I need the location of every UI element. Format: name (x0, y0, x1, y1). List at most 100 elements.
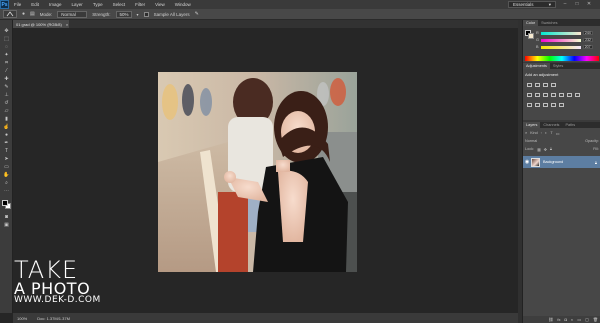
color-bg-swatch[interactable] (528, 33, 534, 39)
curves-icon[interactable] (543, 83, 548, 87)
new-group-icon[interactable]: ▭ (577, 317, 581, 322)
document-image[interactable] (158, 72, 357, 272)
blue-slider[interactable] (540, 45, 581, 49)
workspace-switcher[interactable]: Essentials ▾ (508, 1, 556, 8)
filter-adjustment-icon[interactable]: ◐ (545, 131, 547, 135)
menu-type[interactable]: Type (88, 2, 108, 7)
lock-position-icon[interactable]: ✥ (544, 147, 547, 152)
hand-tool-icon[interactable]: ✋ (3, 172, 10, 178)
shape-tool-icon[interactable]: ▭ (3, 164, 10, 170)
canvas-area[interactable]: TAKE A PHOTO WWW.DEK-D.COM (13, 28, 518, 313)
red-slider[interactable] (540, 31, 581, 35)
photo-filter-icon[interactable] (559, 93, 564, 97)
eye-icon[interactable]: ◉ (523, 159, 531, 165)
tab-color[interactable]: Color (523, 20, 539, 26)
layer-row-background[interactable]: ◉ Background 🔒︎ (523, 156, 600, 168)
posterize-icon[interactable] (535, 103, 540, 107)
finger-painting-icon[interactable]: ✎ (195, 11, 199, 17)
more-tools-icon[interactable]: ⋯ (3, 188, 10, 194)
pen-tool-icon[interactable]: ✒ (3, 140, 10, 146)
menu-edit[interactable]: Edit (26, 2, 44, 7)
strength-input[interactable]: 50% (115, 10, 132, 18)
quick-select-tool-icon[interactable]: ✦ (3, 52, 10, 58)
tab-channels[interactable]: Channels (540, 122, 562, 128)
trash-icon[interactable]: 🗑︎ (593, 317, 598, 322)
maximize-button[interactable]: □ (574, 2, 580, 7)
link-layers-icon[interactable]: ⛓ (548, 317, 553, 322)
path-select-tool-icon[interactable]: ➤ (3, 156, 10, 162)
type-tool-icon[interactable]: T (3, 148, 10, 154)
new-adjustment-icon[interactable]: ◐ (571, 317, 573, 322)
color-spectrum-bar[interactable] (525, 56, 599, 61)
filter-type-icon[interactable]: T (550, 131, 552, 135)
layer-mask-icon[interactable]: ◘ (565, 317, 567, 322)
menu-filter[interactable]: Filter (130, 2, 150, 7)
blue-value[interactable]: 207 (582, 45, 593, 49)
dodge-tool-icon[interactable]: ● (3, 132, 10, 138)
eraser-tool-icon[interactable]: ▱ (3, 108, 10, 114)
document-tab[interactable]: 01 grad @ 100% (RGB/8) × (13, 20, 69, 28)
brush-tool-icon[interactable]: ✎ (3, 84, 10, 90)
close-icon[interactable]: × (66, 22, 68, 27)
layer-name[interactable]: Background (543, 160, 563, 164)
selective-color-icon[interactable] (559, 103, 564, 107)
hue-saturation-icon[interactable] (535, 93, 540, 97)
exposure-icon[interactable] (551, 83, 556, 87)
screen-mode-icon[interactable]: ▣ (3, 222, 10, 228)
threshold-icon[interactable] (543, 103, 548, 107)
marquee-tool-icon[interactable]: ⬚ (3, 36, 10, 42)
green-value[interactable]: 232 (582, 38, 593, 42)
black-white-icon[interactable] (551, 93, 556, 97)
menu-image[interactable]: Image (44, 2, 67, 7)
color-lookup-icon[interactable] (575, 93, 580, 97)
eyedropper-tool-icon[interactable]: ⁄ (3, 68, 10, 74)
filter-shape-icon[interactable]: ▭ (556, 131, 560, 136)
menu-select[interactable]: Select (108, 2, 131, 7)
brush-panel-icon[interactable]: ▤ (30, 11, 35, 17)
sample-all-layers-checkbox[interactable] (143, 11, 149, 17)
foreground-color-swatch[interactable] (2, 200, 8, 206)
green-slider[interactable] (540, 38, 581, 42)
document-size[interactable]: Doc: 1.37M/1.37M (37, 316, 70, 321)
channel-mixer-icon[interactable] (567, 93, 572, 97)
menu-layer[interactable]: Layer (67, 2, 88, 7)
gradient-map-icon[interactable] (551, 103, 556, 107)
vibrance-icon[interactable] (527, 93, 532, 97)
color-balance-icon[interactable] (543, 93, 548, 97)
quick-mask-icon[interactable]: ◙ (3, 214, 10, 220)
chevron-down-icon[interactable]: ▾ (137, 12, 139, 17)
levels-icon[interactable] (535, 83, 540, 87)
smudge-tool-icon[interactable]: ☝ (3, 124, 10, 130)
move-tool-icon[interactable]: ✥ (3, 28, 10, 34)
new-layer-icon[interactable]: ▢ (585, 317, 589, 322)
clone-stamp-tool-icon[interactable]: ⊥ (3, 92, 10, 98)
zoom-tool-icon[interactable]: ⌕ (3, 180, 10, 186)
brush-preset-icon[interactable]: ● (22, 11, 25, 17)
brightness-contrast-icon[interactable] (527, 83, 532, 87)
invert-icon[interactable] (527, 103, 532, 107)
lock-all-icon[interactable]: 🔒︎ (550, 147, 552, 151)
filter-pixel-icon[interactable]: ▫ (541, 131, 542, 135)
layer-style-icon[interactable]: fx (557, 317, 560, 322)
zoom-level[interactable]: 100% (17, 316, 27, 321)
minimize-button[interactable]: – (562, 2, 568, 7)
lock-pixels-icon[interactable]: ▦ (537, 147, 541, 152)
menu-window[interactable]: Window (170, 2, 196, 7)
tab-swatches[interactable]: Swatches (538, 20, 560, 26)
mode-select[interactable]: Normal (57, 10, 88, 18)
healing-brush-tool-icon[interactable]: ✚ (3, 76, 10, 82)
tab-layers[interactable]: Layers (523, 122, 541, 128)
tab-adjustments[interactable]: Adjustments (523, 63, 550, 69)
gradient-tool-icon[interactable]: ▮ (3, 116, 10, 122)
lasso-tool-icon[interactable]: ◌ (3, 44, 10, 50)
tool-preset-picker[interactable] (3, 10, 17, 18)
history-brush-tool-icon[interactable]: ↺ (3, 100, 10, 106)
red-value[interactable]: 244 (582, 31, 593, 35)
blend-mode-select[interactable]: Normal (525, 139, 537, 143)
close-button[interactable]: ✕ (586, 2, 592, 7)
tab-styles[interactable]: Styles (550, 63, 566, 69)
menu-view[interactable]: View (150, 2, 170, 7)
tab-paths[interactable]: Paths (562, 122, 578, 128)
layers-kind-filter[interactable]: Kind (530, 131, 538, 135)
crop-tool-icon[interactable]: ⌗ (3, 60, 10, 66)
